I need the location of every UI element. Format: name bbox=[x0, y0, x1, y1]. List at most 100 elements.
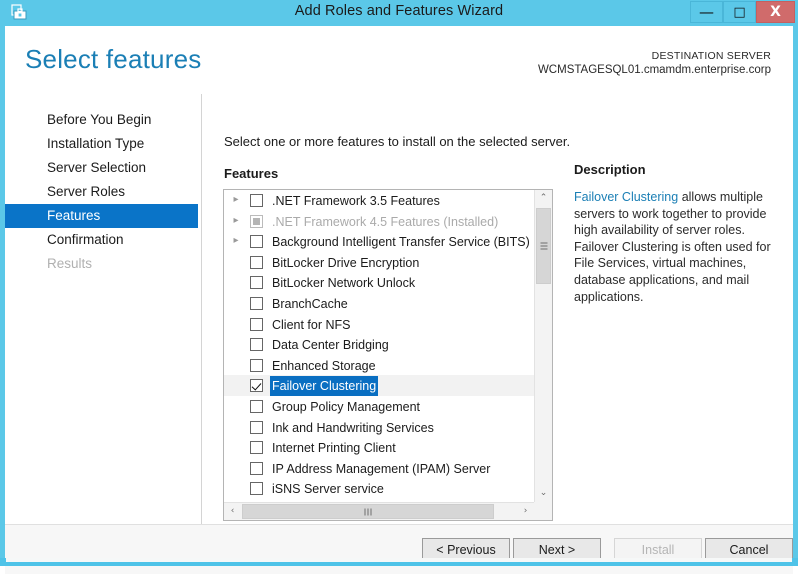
wizard-steps-nav: Before You Begin Installation Type Server … bbox=[5, 94, 201, 524]
feature-row[interactable]: ▸ Background Intelligent Transfer Service… bbox=[224, 231, 534, 252]
feature-label: iSNS Server service bbox=[272, 482, 384, 497]
instruction-text: Select one or more features to install o… bbox=[224, 134, 571, 149]
feature-row[interactable]: Internet Printing Client bbox=[224, 437, 534, 458]
sidebar-item-label: Results bbox=[47, 256, 93, 271]
scrollbar-corner bbox=[534, 502, 552, 520]
minimize-button[interactable]: — bbox=[690, 1, 723, 23]
feature-label: Data Center Bridging bbox=[272, 338, 389, 353]
feature-label: IP Address Management (IPAM) Server bbox=[272, 461, 491, 476]
feature-label: Background Intelligent Transfer Service … bbox=[272, 235, 530, 250]
horizontal-scrollbar-thumb[interactable] bbox=[242, 504, 494, 519]
vertical-scrollbar-thumb[interactable] bbox=[536, 208, 551, 284]
feature-checkbox[interactable] bbox=[250, 338, 263, 352]
feature-label: .NET Framework 3.5 Features bbox=[272, 194, 440, 208]
features-horizontal-scrollbar[interactable]: ‹ › bbox=[224, 502, 552, 520]
feature-row[interactable]: iSNS Server service bbox=[224, 478, 534, 499]
feature-label: Client for NFS bbox=[272, 317, 351, 332]
sidebar-item-confirmation[interactable]: Confirmation bbox=[5, 228, 198, 252]
features-listbox[interactable]: ▸ .NET Framework 3.5 Features ▸ .NET Framew… bbox=[223, 189, 553, 521]
title-bar[interactable]: Add Roles and Features Wizard — □ X bbox=[0, 0, 798, 26]
chevron-right-icon[interactable]: ▸ bbox=[230, 231, 242, 252]
taskbar-strip bbox=[0, 558, 798, 566]
description-pane: Description Failover Clustering allows m… bbox=[574, 162, 779, 305]
scrollbar-grip-icon bbox=[364, 508, 372, 515]
feature-checkbox[interactable] bbox=[250, 461, 263, 475]
feature-checkbox bbox=[250, 214, 263, 228]
feature-checkbox[interactable] bbox=[250, 441, 263, 455]
main-pane: Select one or more features to install o… bbox=[202, 94, 793, 524]
feature-checkbox[interactable] bbox=[250, 296, 263, 310]
wizard-header: Select features DESTINATION SERVER WCMST… bbox=[5, 26, 793, 94]
feature-row[interactable]: Group Policy Management bbox=[224, 396, 534, 417]
feature-row[interactable]: IP Address Management (IPAM) Server bbox=[224, 458, 534, 479]
feature-label: Group Policy Management bbox=[272, 399, 420, 414]
taskbar-inner-strip bbox=[6, 558, 792, 562]
scroll-right-icon[interactable]: › bbox=[517, 503, 534, 520]
chevron-right-icon[interactable]: ▸ bbox=[230, 190, 242, 211]
wizard-footer: < Previous Next > Install Cancel bbox=[5, 524, 793, 574]
feature-row[interactable]: ▸ .NET Framework 3.5 Features bbox=[224, 190, 534, 211]
feature-checkbox[interactable] bbox=[250, 276, 263, 290]
feature-label: Failover Clustering bbox=[270, 376, 379, 397]
sidebar-item-server-selection[interactable]: Server Selection bbox=[5, 156, 198, 180]
sidebar-item-features[interactable]: Features bbox=[5, 204, 198, 228]
description-feature-link[interactable]: Failover Clustering bbox=[574, 190, 678, 204]
feature-label: BitLocker Network Unlock bbox=[272, 276, 416, 291]
chevron-right-icon[interactable]: ▸ bbox=[230, 211, 242, 232]
maximize-icon: □ bbox=[733, 4, 746, 20]
feature-checkbox[interactable] bbox=[250, 379, 263, 393]
close-button[interactable]: X bbox=[756, 1, 795, 23]
scroll-left-icon[interactable]: ‹ bbox=[224, 503, 241, 520]
sidebar-item-label: Server Roles bbox=[47, 184, 126, 199]
features-list[interactable]: ▸ .NET Framework 3.5 Features ▸ .NET Framew… bbox=[224, 190, 534, 502]
feature-checkbox[interactable] bbox=[250, 255, 263, 269]
feature-checkbox[interactable] bbox=[250, 194, 263, 207]
feature-checkbox[interactable] bbox=[250, 482, 263, 496]
feature-label: Internet Printing Client bbox=[272, 441, 396, 456]
feature-row[interactable]: Data Center Bridging bbox=[224, 334, 534, 355]
feature-checkbox[interactable] bbox=[250, 399, 263, 413]
destination-server-name: WCMSTAGESQL01.cmamdm.enterprise.corp bbox=[537, 64, 771, 76]
feature-checkbox[interactable] bbox=[250, 235, 263, 249]
sidebar-item-label: Server Selection bbox=[47, 160, 147, 175]
feature-row[interactable]: Client for NFS bbox=[224, 314, 534, 335]
feature-label: BranchCache bbox=[272, 296, 348, 311]
features-vertical-scrollbar[interactable]: ⌃ ⌄ bbox=[534, 190, 552, 502]
scrollbar-grip-icon bbox=[540, 242, 547, 250]
page-title: Select features bbox=[25, 44, 202, 74]
scroll-up-icon[interactable]: ⌃ bbox=[535, 190, 552, 207]
scroll-down-icon[interactable]: ⌄ bbox=[535, 485, 552, 502]
window-title: Add Roles and Features Wizard bbox=[294, 3, 504, 19]
maximize-button[interactable]: □ bbox=[723, 1, 756, 23]
wizard-client-area: Select features DESTINATION SERVER WCMST… bbox=[5, 26, 793, 574]
sidebar-item-server-roles[interactable]: Server Roles bbox=[5, 180, 198, 204]
feature-row[interactable]: Enhanced Storage bbox=[224, 355, 534, 376]
feature-row[interactable]: BitLocker Network Unlock bbox=[224, 272, 534, 293]
description-title: Description bbox=[574, 162, 646, 177]
minimize-icon: — bbox=[699, 3, 714, 21]
description-text: allows multiple servers to work together… bbox=[574, 190, 771, 304]
sidebar-item-label: Before You Begin bbox=[47, 112, 152, 127]
sidebar-item-label: Features bbox=[47, 208, 101, 223]
feature-row[interactable]: BranchCache bbox=[224, 293, 534, 314]
feature-checkbox[interactable] bbox=[250, 420, 263, 434]
feature-checkbox[interactable] bbox=[250, 317, 263, 331]
sidebar-item-results: Results bbox=[5, 252, 198, 276]
feature-label: BitLocker Drive Encryption bbox=[272, 255, 420, 270]
sidebar-item-label: Confirmation bbox=[47, 232, 124, 247]
feature-row[interactable]: Ink and Handwriting Services bbox=[224, 417, 534, 438]
description-body: Failover Clustering allows multiple serv… bbox=[574, 189, 779, 305]
destination-server-label: DESTINATION SERVER bbox=[651, 50, 771, 62]
sidebar-item-installation-type[interactable]: Installation Type bbox=[5, 132, 198, 156]
feature-label: .NET Framework 4.5 Features (Installed) bbox=[272, 214, 499, 229]
feature-row[interactable]: BitLocker Drive Encryption bbox=[224, 252, 534, 273]
feature-row[interactable]: ▸ .NET Framework 4.5 Features (Installed) bbox=[224, 211, 534, 232]
feature-label: Ink and Handwriting Services bbox=[272, 420, 434, 435]
feature-label: Enhanced Storage bbox=[272, 358, 376, 373]
features-section-label: Features bbox=[224, 166, 279, 181]
feature-checkbox[interactable] bbox=[250, 358, 263, 372]
feature-row[interactable]: Failover Clustering bbox=[224, 375, 534, 397]
sidebar-item-label: Installation Type bbox=[47, 136, 145, 151]
wizard-window: Add Roles and Features Wizard — □ X Sele… bbox=[0, 0, 798, 574]
sidebar-item-before-you-begin[interactable]: Before You Begin bbox=[5, 108, 198, 132]
